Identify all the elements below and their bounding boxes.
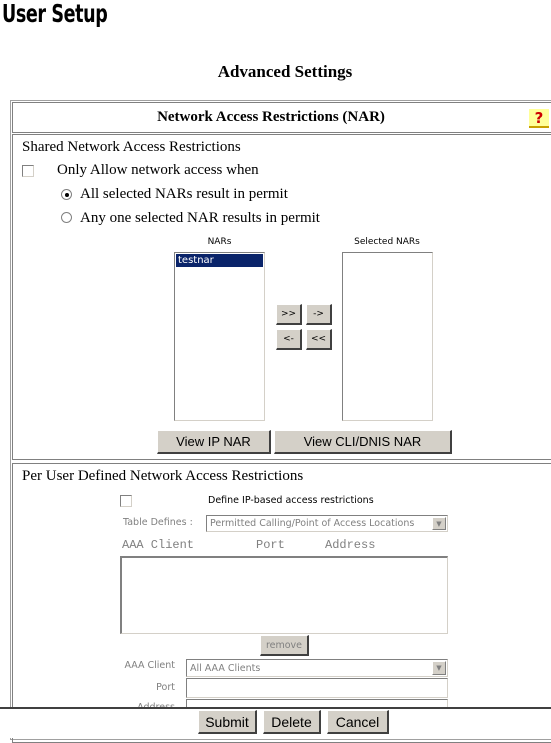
- per-user-title: Per User Defined Network Access Restrict…: [22, 468, 304, 484]
- table-defines-select[interactable]: Permitted Calling/Point of Access Locati…: [206, 515, 448, 532]
- aaa-client-label: AAA Client: [124, 660, 175, 671]
- table-defines-value: Permitted Calling/Point of Access Locati…: [210, 518, 415, 529]
- selected-nars-label: Selected NARs: [354, 237, 420, 247]
- add-button[interactable]: ->: [306, 304, 332, 325]
- only-allow-label: Only Allow network access when: [57, 162, 259, 178]
- chevron-down-icon: ▼: [432, 517, 446, 530]
- col-aaa-client: AAA Client: [122, 538, 195, 552]
- view-cli-dnis-nar-button[interactable]: View CLI/DNIS NAR: [274, 430, 452, 454]
- nars-list-item[interactable]: testnar: [176, 254, 263, 267]
- port-input[interactable]: [186, 678, 448, 698]
- remove-button[interactable]: <-: [276, 329, 302, 350]
- port-label: Port: [156, 682, 175, 693]
- define-ip-label: Define IP-based access restrictions: [208, 495, 374, 506]
- col-port: Port: [256, 538, 285, 552]
- submit-button[interactable]: Submit: [198, 710, 257, 734]
- nars-label: NARs: [207, 237, 232, 247]
- shared-title: Shared Network Access Restrictions: [22, 139, 241, 155]
- remove-all-button[interactable]: <<: [306, 329, 332, 350]
- aaa-client-select[interactable]: All AAA Clients ▼: [186, 659, 448, 677]
- question-mark-icon[interactable]: ?: [529, 109, 549, 128]
- section-title: Advanced Settings: [217, 62, 353, 81]
- remove-entry-button[interactable]: remove: [260, 635, 309, 656]
- chevron-down-icon: ▼: [432, 661, 446, 675]
- aaa-client-value: All AAA Clients: [190, 662, 261, 674]
- restrictions-listbox[interactable]: [120, 556, 448, 634]
- shared-section: [12, 134, 551, 460]
- nar-header-title: Network Access Restrictions (NAR): [157, 109, 385, 125]
- table-defines-label: Table Defines :: [123, 517, 193, 528]
- define-ip-checkbox[interactable]: [120, 495, 132, 507]
- col-address: Address: [325, 538, 376, 552]
- delete-button[interactable]: Delete: [263, 710, 321, 734]
- radio-any-selected[interactable]: [61, 212, 72, 223]
- selected-nars-listbox[interactable]: [342, 252, 433, 421]
- radio-all-selected[interactable]: [61, 189, 72, 200]
- view-ip-nar-button[interactable]: View IP NAR: [157, 430, 271, 454]
- nars-listbox[interactable]: testnar: [174, 252, 265, 421]
- radio-all-label: All selected NARs result in permit: [80, 186, 288, 202]
- radio-any-label: Any one selected NAR results in permit: [80, 210, 320, 226]
- page-title: User Setup: [2, 0, 108, 28]
- add-all-button[interactable]: >>: [276, 304, 302, 325]
- only-allow-checkbox[interactable]: [22, 165, 34, 177]
- cancel-button[interactable]: Cancel: [327, 710, 389, 734]
